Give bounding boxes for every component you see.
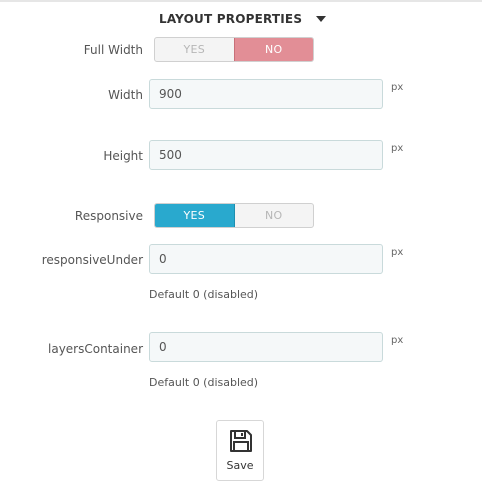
- save-button[interactable]: Save: [216, 420, 264, 481]
- width-value: 900: [159, 87, 182, 101]
- full-width-switch[interactable]: YES NO: [154, 37, 314, 62]
- layers-container-help: Default 0 (disabled): [149, 376, 259, 389]
- caret-down-icon[interactable]: [316, 16, 326, 22]
- height-label: Height: [103, 149, 143, 163]
- layers-container-label: layersContainer: [48, 342, 143, 356]
- save-label: Save: [226, 459, 254, 472]
- layers-container-unit: px: [391, 335, 404, 346]
- top-divider: [0, 0, 482, 2]
- responsive-under-label: responsiveUnder: [41, 253, 143, 267]
- responsive-under-unit: px: [391, 247, 404, 258]
- responsive-no-option[interactable]: NO: [235, 204, 314, 227]
- width-unit: px: [391, 82, 404, 93]
- responsive-under-help: Default 0 (disabled): [149, 288, 259, 301]
- responsive-switch[interactable]: YES NO: [154, 203, 314, 228]
- height-value: 500: [159, 148, 182, 162]
- full-width-label: Full Width: [83, 43, 143, 57]
- full-width-yes-option[interactable]: YES: [155, 38, 234, 61]
- layers-container-value: 0: [159, 340, 167, 354]
- responsive-yes-option[interactable]: YES: [155, 204, 235, 227]
- responsive-under-input[interactable]: 0: [149, 244, 383, 274]
- full-width-no-option[interactable]: NO: [233, 38, 313, 61]
- responsive-under-value: 0: [159, 252, 167, 266]
- width-input[interactable]: 900: [149, 79, 383, 109]
- height-unit: px: [391, 143, 404, 154]
- responsive-label: Responsive: [74, 209, 143, 223]
- layout-properties-header[interactable]: LAYOUT PROPERTIES: [159, 12, 334, 28]
- section-title: LAYOUT PROPERTIES: [159, 12, 303, 26]
- floppy-disk-icon: [230, 430, 252, 452]
- width-label: Width: [108, 88, 143, 102]
- layers-container-input[interactable]: 0: [149, 332, 383, 362]
- height-input[interactable]: 500: [149, 140, 383, 170]
